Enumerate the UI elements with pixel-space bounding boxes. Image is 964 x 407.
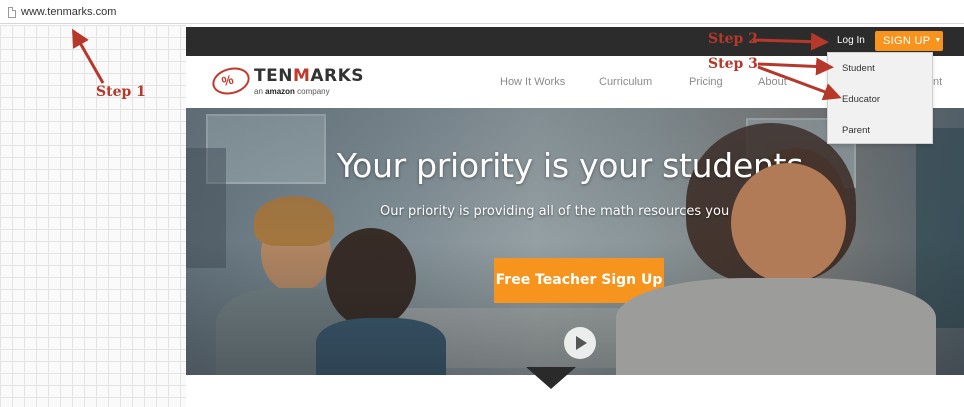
grid-background	[0, 25, 186, 407]
nav-how-it-works[interactable]: How It Works	[500, 76, 565, 88]
url-text[interactable]: www.tenmarks.com	[21, 6, 116, 18]
login-link[interactable]: Log In	[837, 35, 865, 46]
document-icon	[8, 7, 16, 18]
section-notch	[526, 367, 576, 389]
nav-pricing[interactable]: Pricing	[689, 76, 723, 88]
play-icon[interactable]	[564, 327, 596, 359]
dropdown-item-educator[interactable]: Educator	[842, 94, 880, 105]
photo-girl-hoodie	[616, 278, 936, 375]
brand-tagline: an amazon company	[254, 87, 330, 96]
hero-subheadline: Our priority is providing all of the mat…	[380, 204, 770, 219]
nav-curriculum[interactable]: Curriculum	[599, 76, 652, 88]
dropdown-item-parent[interactable]: Parent	[842, 125, 870, 136]
tenmarks-logo-icon[interactable]: %	[209, 63, 253, 99]
hero-section: Your priority is your students. Our prio…	[186, 108, 964, 375]
signup-label: SIGN UP	[883, 35, 931, 47]
caret-down-icon: ▼	[934, 37, 942, 44]
browser-address-bar[interactable]: www.tenmarks.com	[0, 0, 964, 24]
step2-label: Step 2	[708, 31, 758, 47]
dropdown-item-student[interactable]: Student	[842, 63, 875, 74]
signup-button[interactable]: SIGN UP ▼	[875, 31, 943, 51]
hero-headline: Your priority is your students.	[336, 146, 814, 185]
step3-label: Step 3	[708, 56, 758, 72]
brand-name[interactable]: TENMARKS	[254, 66, 364, 86]
signup-dropdown: Student Educator Parent	[827, 52, 933, 144]
photo-girl-face	[731, 163, 846, 283]
step1-label: Step 1	[96, 84, 146, 100]
nav-about[interactable]: About	[758, 76, 787, 88]
nav-clipped-item[interactable]: nt	[933, 76, 942, 88]
